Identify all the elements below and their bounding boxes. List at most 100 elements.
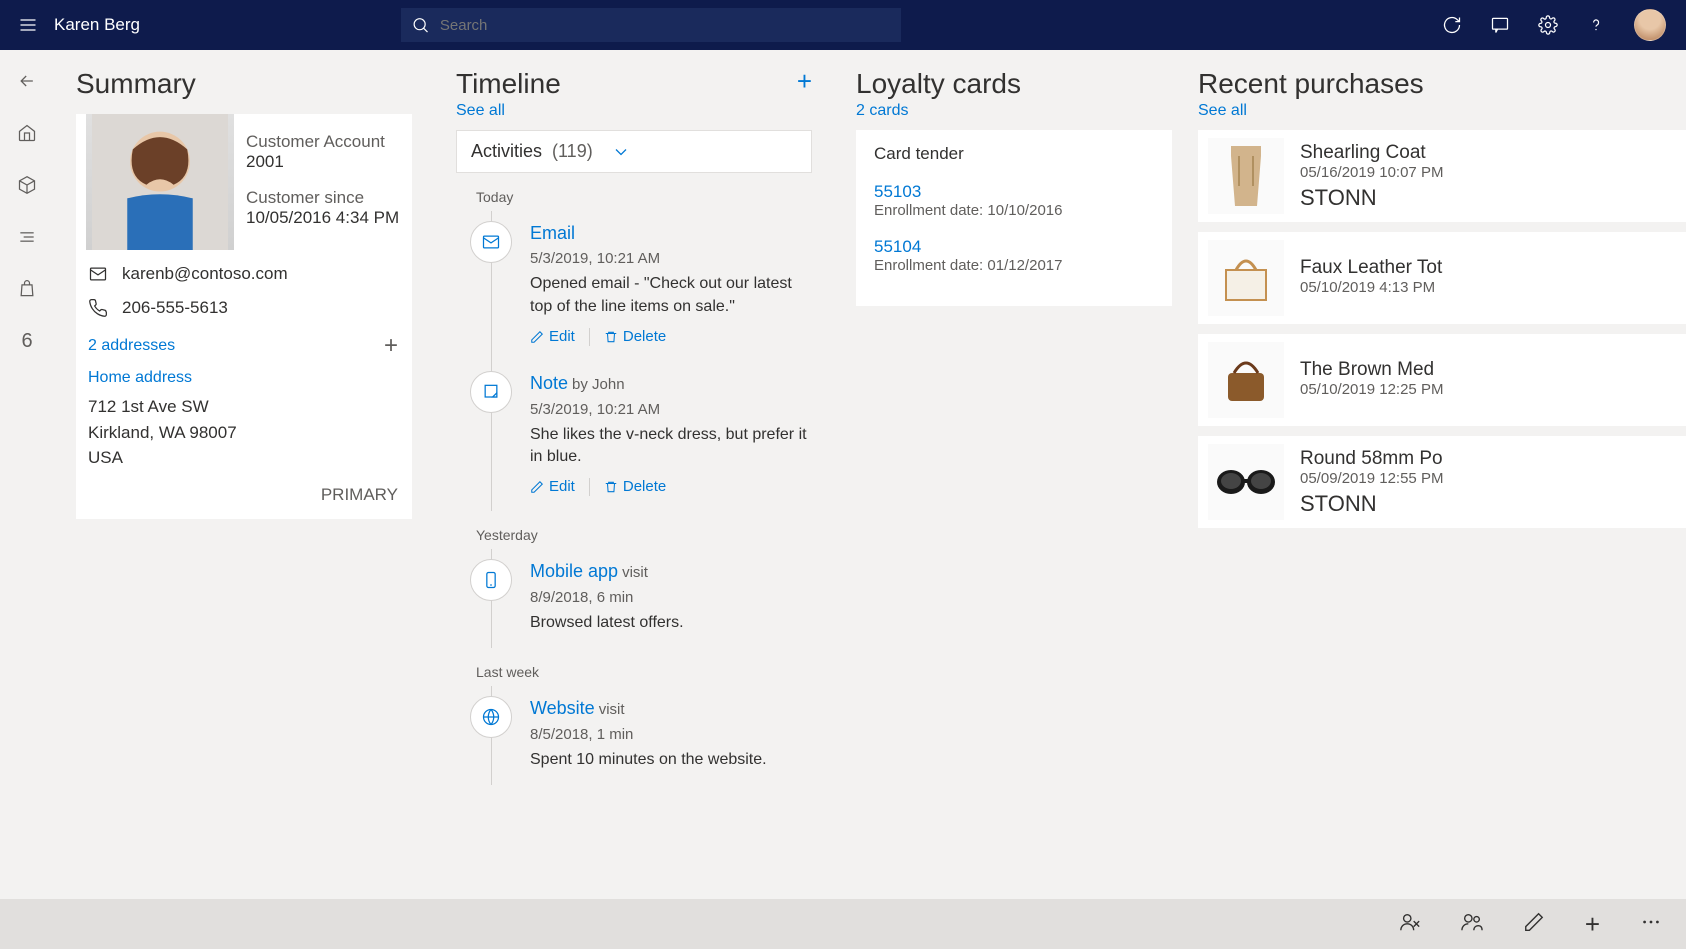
phone-icon: [88, 298, 108, 318]
email-icon: [470, 221, 512, 263]
timeline-item: Email 5/3/2019, 10:21 AM Opened email - …: [470, 211, 812, 361]
loyalty-heading: Loyalty cards: [856, 68, 1172, 100]
bottom-bar: +: [0, 899, 1686, 949]
since-value: 10/05/2016 4:34 PM: [246, 208, 399, 228]
hamburger-menu[interactable]: [8, 5, 48, 45]
tl-sub: by John: [572, 376, 625, 393]
tl-desc: Browsed latest offers.: [530, 612, 684, 634]
purchase-item[interactable]: The Brown Med 05/10/2019 12:25 PM: [1198, 334, 1686, 426]
timeline-item: Mobile appvisit 8/9/2018, 6 min Browsed …: [470, 549, 812, 648]
tl-title[interactable]: Mobile app: [530, 561, 618, 581]
product-name: Round 58mm Po: [1300, 448, 1443, 470]
purchase-item[interactable]: Shearling Coat 05/16/2019 10:07 PM STONN: [1198, 130, 1686, 222]
addr-line2: Kirkland, WA 98007: [88, 420, 410, 446]
search-icon: [411, 15, 430, 35]
home-address-link[interactable]: Home address: [88, 366, 410, 390]
add-activity-button[interactable]: +: [797, 66, 812, 97]
mobile-icon: [470, 559, 512, 601]
tl-title[interactable]: Email: [530, 223, 575, 243]
product-name: Faux Leather Tot: [1300, 257, 1442, 279]
mail-icon: [88, 264, 108, 284]
tl-sub: visit: [622, 564, 648, 581]
primary-badge: PRIMARY: [86, 477, 412, 505]
page-title-top: Karen Berg: [54, 15, 140, 35]
add-icon[interactable]: +: [1585, 909, 1600, 940]
timeline-heading: Timeline: [456, 68, 561, 100]
rail-badge: 6: [21, 330, 32, 353]
addr-line3: USA: [88, 445, 410, 471]
refresh-icon[interactable]: [1442, 15, 1462, 35]
bag-icon[interactable]: [16, 278, 38, 300]
edit-button[interactable]: Edit: [530, 326, 575, 347]
product-name: Shearling Coat: [1300, 142, 1443, 164]
product-thumb: [1208, 240, 1284, 316]
purchase-date: 05/10/2019 4:13 PM: [1300, 279, 1442, 296]
group-lastweek: Last week: [476, 664, 812, 680]
tl-desc: Spent 10 minutes on the website.: [530, 749, 767, 771]
home-icon[interactable]: [16, 122, 38, 144]
tl-title[interactable]: Note: [530, 373, 568, 393]
since-label: Customer since: [246, 188, 399, 208]
edit-icon[interactable]: [1523, 911, 1545, 938]
purchase-date: 05/16/2019 10:07 PM: [1300, 164, 1443, 181]
summary-card: Customer Account 2001 Customer since 10/…: [76, 114, 412, 519]
tl-time: 8/5/2018, 1 min: [530, 724, 767, 745]
summary-heading: Summary: [76, 68, 412, 100]
help-icon[interactable]: [1586, 15, 1606, 35]
account-label: Customer Account: [246, 132, 399, 152]
purchase-store: STONN: [1300, 491, 1443, 517]
back-icon[interactable]: [16, 70, 38, 92]
group-today: Today: [476, 189, 812, 205]
tl-desc: She likes the v-neck dress, but prefer i…: [530, 424, 812, 469]
delete-button[interactable]: Delete: [604, 476, 666, 497]
purchases-heading: Recent purchases: [1198, 68, 1686, 100]
list-icon[interactable]: [16, 226, 38, 248]
tl-time: 5/3/2019, 10:21 AM: [530, 399, 812, 420]
customer-email: karenb@contoso.com: [122, 264, 288, 284]
search-bar[interactable]: [401, 8, 901, 42]
timeline-see-all[interactable]: See all: [456, 102, 812, 120]
purchase-item[interactable]: Round 58mm Po 05/09/2019 12:55 PM STONN: [1198, 436, 1686, 528]
purchases-see-all[interactable]: See all: [1198, 102, 1686, 120]
user-avatar[interactable]: [1634, 9, 1666, 41]
loyalty-count-link[interactable]: 2 cards: [856, 102, 1172, 120]
search-input[interactable]: [438, 16, 891, 35]
remove-person-icon[interactable]: [1399, 911, 1421, 938]
card-number[interactable]: 55104: [874, 237, 1154, 257]
left-rail: 6: [0, 50, 54, 899]
purchase-item[interactable]: Faux Leather Tot 05/10/2019 4:13 PM: [1198, 232, 1686, 324]
timeline-item: Websitevisit 8/5/2018, 1 min Spent 10 mi…: [470, 686, 812, 785]
product-thumb: [1208, 138, 1284, 214]
activities-label: Activities: [471, 141, 542, 162]
addresses-link[interactable]: 2 addresses: [88, 337, 175, 355]
loyalty-entry: 55103 Enrollment date: 10/10/2016: [874, 182, 1154, 219]
tl-desc: Opened email - "Check out our latest top…: [530, 273, 812, 318]
activities-dropdown[interactable]: Activities (119): [456, 130, 812, 173]
chat-icon[interactable]: [1490, 15, 1510, 35]
divider: [589, 328, 590, 346]
tl-sub: visit: [599, 701, 625, 718]
chevron-down-icon: [611, 142, 631, 162]
people-icon[interactable]: [1461, 911, 1483, 938]
products-icon[interactable]: [16, 174, 38, 196]
customer-photo: [86, 114, 234, 250]
edit-button[interactable]: Edit: [530, 476, 575, 497]
account-value: 2001: [246, 152, 399, 172]
loyalty-card: Card tender 55103 Enrollment date: 10/10…: [856, 130, 1172, 306]
card-number[interactable]: 55103: [874, 182, 1154, 202]
more-icon[interactable]: [1640, 911, 1662, 938]
globe-icon: [470, 696, 512, 738]
product-name: The Brown Med: [1300, 359, 1443, 381]
enroll-date: Enrollment date: 01/12/2017: [874, 257, 1154, 274]
tl-title[interactable]: Website: [530, 698, 595, 718]
add-address-button[interactable]: +: [384, 332, 398, 360]
addr-line1: 712 1st Ave SW: [88, 394, 410, 420]
tl-time: 8/9/2018, 6 min: [530, 587, 684, 608]
tl-time: 5/3/2019, 10:21 AM: [530, 248, 812, 269]
purchase-date: 05/10/2019 12:25 PM: [1300, 381, 1443, 398]
loyalty-entry: 55104 Enrollment date: 01/12/2017: [874, 237, 1154, 274]
activities-count: (119): [552, 141, 593, 162]
delete-button[interactable]: Delete: [604, 326, 666, 347]
gear-icon[interactable]: [1538, 15, 1558, 35]
note-icon: [470, 371, 512, 413]
